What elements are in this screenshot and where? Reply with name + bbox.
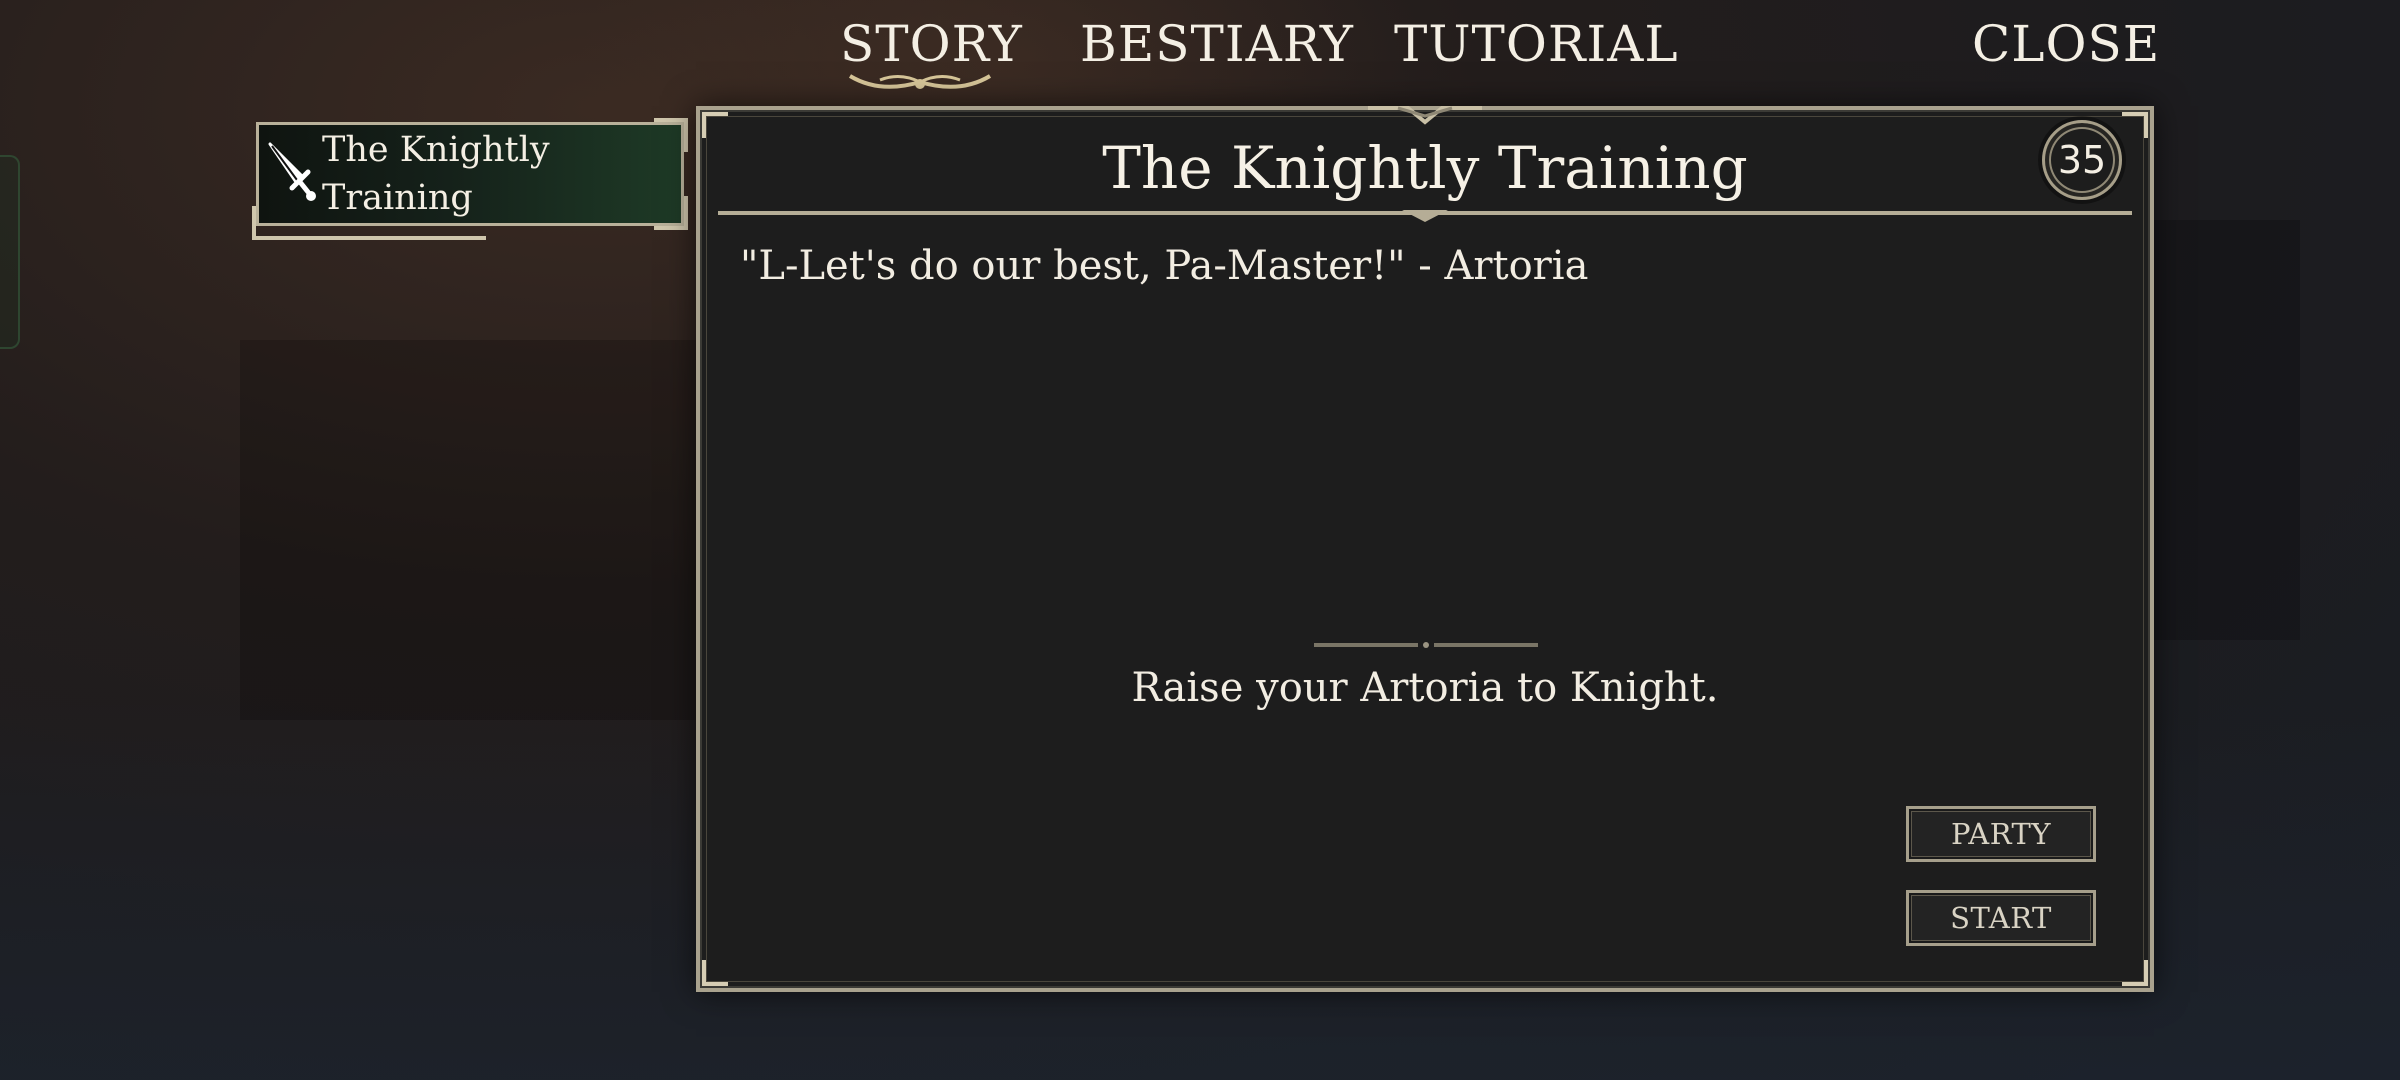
quest-list-item[interactable]: The Knightly Training (252, 118, 688, 240)
party-button[interactable]: PARTY (1906, 806, 2096, 862)
frame-corner (2122, 960, 2148, 986)
sword-icon (268, 142, 316, 201)
side-drawer-tab[interactable] (0, 155, 20, 349)
divider-ornament (1402, 210, 1448, 222)
frame-corner (702, 960, 728, 986)
tab-story[interactable]: STORY (840, 14, 1023, 74)
panel-top-ornament (1368, 106, 1482, 125)
start-button[interactable]: START (1906, 890, 2096, 946)
quest-detail-panel: The Knightly Training 35 "L-Let's do our… (696, 106, 2154, 992)
quest-item-label: The Knightly Training (322, 130, 550, 218)
quest-quote: "L-Let's do our best, Pa-Master!" - Arto… (740, 243, 1589, 289)
quest-objective: Raise your Artoria to Knight. (1131, 665, 1719, 711)
objective-divider (1314, 642, 1538, 648)
close-button[interactable]: CLOSE (1972, 14, 2160, 74)
tab-bestiary[interactable]: BESTIARY (1080, 14, 1354, 74)
tab-tutorial[interactable]: TUTORIAL (1394, 14, 1679, 74)
background-building (240, 340, 740, 720)
level-badge: 35 (2042, 120, 2122, 200)
quest-title: The Knightly Training (1102, 134, 1748, 202)
active-tab-ornament (848, 74, 992, 89)
